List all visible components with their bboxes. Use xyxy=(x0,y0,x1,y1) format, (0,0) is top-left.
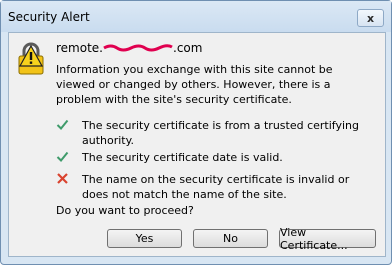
check-icon xyxy=(56,151,69,162)
close-button[interactable]: x xyxy=(357,9,384,27)
check-icon xyxy=(56,119,69,130)
security-warning-lock-icon xyxy=(18,42,44,75)
no-button[interactable]: No xyxy=(193,229,268,248)
dialog-title: Security Alert xyxy=(8,10,90,24)
check-item-label: The security certificate date is valid. xyxy=(82,151,283,164)
yes-button[interactable]: Yes xyxy=(107,229,182,248)
check-item-label: The name on the security certificate is … xyxy=(82,173,350,201)
title-bar[interactable]: Security Alert x xyxy=(1,1,391,32)
hostname-prefix: remote. xyxy=(56,41,103,55)
check-item-label: The security certificate is from a trust… xyxy=(82,119,359,147)
hostname-suffix: .com xyxy=(173,41,203,55)
close-icon: x xyxy=(366,11,375,25)
redaction-scribble xyxy=(103,44,173,52)
info-text: Information you exchange with this site … xyxy=(56,63,333,106)
x-icon xyxy=(57,173,68,184)
proceed-question: Do you want to proceed? xyxy=(56,204,194,217)
view-certificate-button[interactable]: View Certificate... xyxy=(279,226,376,252)
dialog-body: remote. .com Information you exchange wit… xyxy=(8,32,386,257)
site-hostname: remote. .com xyxy=(56,41,202,55)
security-alert-dialog: Security Alert x remote. .com Information… xyxy=(0,0,392,265)
